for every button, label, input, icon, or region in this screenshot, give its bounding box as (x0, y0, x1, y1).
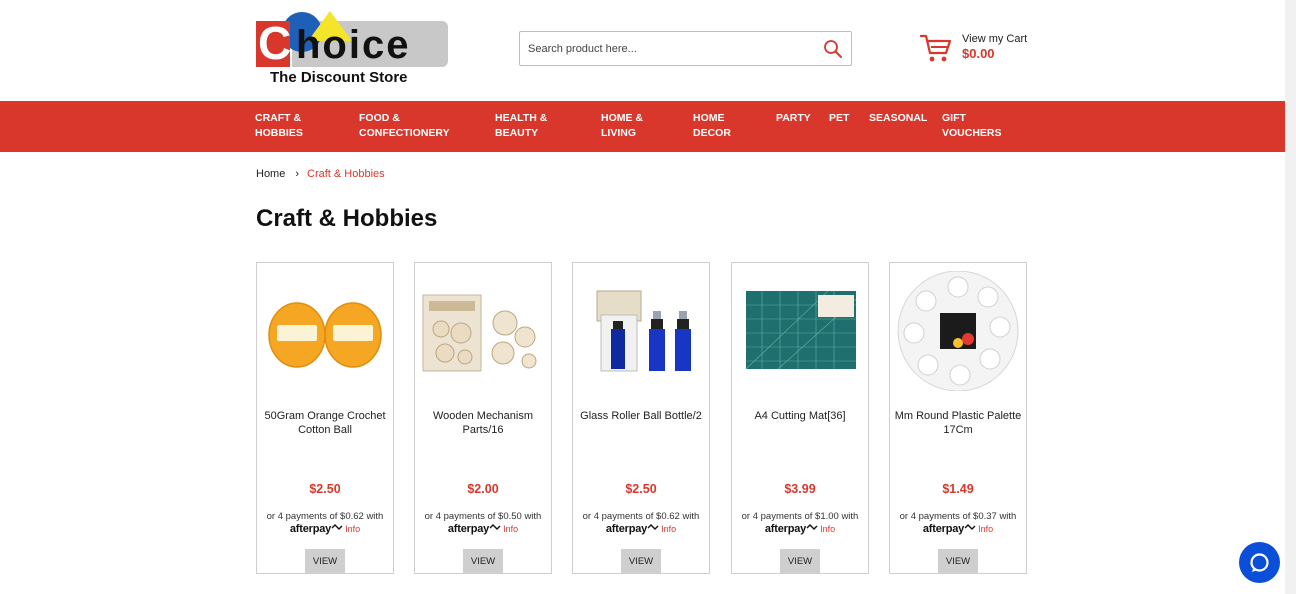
product-image[interactable] (579, 271, 703, 391)
afterpay-icon: afterpay (289, 523, 332, 535)
product-price: $2.50 (309, 482, 341, 496)
chat-icon (1250, 553, 1269, 572)
installment-text: or 4 payments of $0.62 with (266, 511, 384, 522)
nav-item-home-decor[interactable]: HOME DECOR (693, 111, 731, 141)
afterpay-info-link[interactable]: Info (345, 524, 360, 534)
breadcrumb-current[interactable]: Craft & Hobbies (307, 168, 385, 180)
installment-text: or 4 payments of $0.37 with (899, 511, 1017, 522)
nav-item-health-beauty[interactable]: HEALTH & BEAUTY (495, 111, 547, 141)
page-title: Craft & Hobbies (256, 205, 438, 232)
cart-link[interactable]: View my Cart $0.00 (920, 31, 1040, 67)
view-button[interactable]: VIEW (938, 549, 978, 573)
page-scrollbar[interactable] (1285, 0, 1296, 594)
logo-wordmark: hoice (296, 23, 411, 67)
logo-initial: C (258, 17, 292, 69)
search-icon[interactable] (823, 39, 843, 59)
afterpay-info-link[interactable]: Info (820, 524, 835, 534)
product-image[interactable] (738, 271, 862, 391)
nav-item-pet[interactable]: PET (829, 111, 849, 126)
view-button[interactable]: VIEW (621, 549, 661, 573)
chat-launcher[interactable] (1239, 542, 1280, 583)
afterpay-arrows-icon (964, 524, 976, 530)
afterpay-icon: afterpay (764, 523, 807, 535)
afterpay-icon: afterpay (922, 523, 965, 535)
product-name[interactable]: 50Gram Orange Crochet Cotton Ball (261, 409, 389, 437)
main-nav: CRAFT & HOBBIES FOOD & CONFECTIONERY HEA… (0, 101, 1285, 152)
search-input[interactable] (528, 39, 818, 59)
product-price: $2.50 (625, 482, 657, 496)
nav-item-gift-vouchers[interactable]: GIFT VOUCHERS (942, 111, 1002, 141)
product-name[interactable]: Glass Roller Ball Bottle/2 (577, 409, 705, 423)
nav-item-home-living[interactable]: HOME & LIVING (601, 111, 643, 141)
product-name[interactable]: Mm Round Plastic Palette 17Cm (894, 409, 1022, 437)
site-header: C hoice The Discount Store View my Cart … (0, 0, 1296, 101)
afterpay-line: afterpay Info (890, 523, 1026, 535)
afterpay-info-link[interactable]: Info (661, 524, 676, 534)
cart-icon (920, 34, 952, 62)
afterpay-arrows-icon (331, 524, 343, 530)
product-name[interactable]: Wooden Mechanism Parts/16 (419, 409, 547, 437)
product-image[interactable] (896, 271, 1020, 391)
afterpay-line: afterpay Info (257, 523, 393, 535)
afterpay-icon: afterpay (605, 523, 648, 535)
product-card[interactable]: Mm Round Plastic Palette 17Cm $1.49 or 4… (889, 262, 1027, 574)
afterpay-info-link[interactable]: Info (503, 524, 518, 534)
view-button[interactable]: VIEW (780, 549, 820, 573)
afterpay-arrows-icon (489, 524, 501, 530)
nav-item-party[interactable]: PARTY (776, 111, 811, 126)
cart-total: $0.00 (962, 46, 995, 61)
afterpay-arrows-icon (806, 524, 818, 530)
product-name[interactable]: A4 Cutting Mat[36] (736, 409, 864, 423)
breadcrumb: Home › Craft & Hobbies (256, 168, 385, 180)
view-button[interactable]: VIEW (463, 549, 503, 573)
cart-title: View my Cart (962, 33, 1028, 45)
afterpay-arrows-icon (647, 524, 659, 530)
product-price: $3.99 (784, 482, 816, 496)
product-price: $2.00 (467, 482, 499, 496)
nav-item-craft-hobbies[interactable]: CRAFT & HOBBIES (255, 111, 303, 141)
store-logo[interactable]: C hoice The Discount Store (256, 11, 448, 89)
installment-text: or 4 payments of $1.00 with (741, 511, 859, 522)
installment-text: or 4 payments of $0.62 with (582, 511, 700, 522)
product-card[interactable]: Wooden Mechanism Parts/16 $2.00 or 4 pay… (414, 262, 552, 574)
installment-text: or 4 payments of $0.50 with (424, 511, 542, 522)
logo-tagline: The Discount Store (270, 69, 408, 86)
afterpay-info-link[interactable]: Info (978, 524, 993, 534)
product-card[interactable]: Glass Roller Ball Bottle/2 $2.50 or 4 pa… (572, 262, 710, 574)
afterpay-line: afterpay Info (732, 523, 868, 535)
afterpay-line: afterpay Info (415, 523, 551, 535)
product-image[interactable] (263, 271, 387, 391)
view-button[interactable]: VIEW (305, 549, 345, 573)
afterpay-line: afterpay Info (573, 523, 709, 535)
breadcrumb-home[interactable]: Home (256, 168, 285, 180)
product-image[interactable] (421, 271, 545, 391)
product-card[interactable]: A4 Cutting Mat[36] $3.99 or 4 payments o… (731, 262, 869, 574)
product-card[interactable]: 50Gram Orange Crochet Cotton Ball $2.50 … (256, 262, 394, 574)
product-price: $1.49 (942, 482, 974, 496)
nav-item-seasonal[interactable]: SEASONAL (869, 111, 927, 126)
search-bar (519, 31, 852, 66)
afterpay-icon: afterpay (447, 523, 490, 535)
breadcrumb-separator: › (295, 168, 300, 180)
nav-item-food-confectionery[interactable]: FOOD & CONFECTIONERY (359, 111, 450, 141)
